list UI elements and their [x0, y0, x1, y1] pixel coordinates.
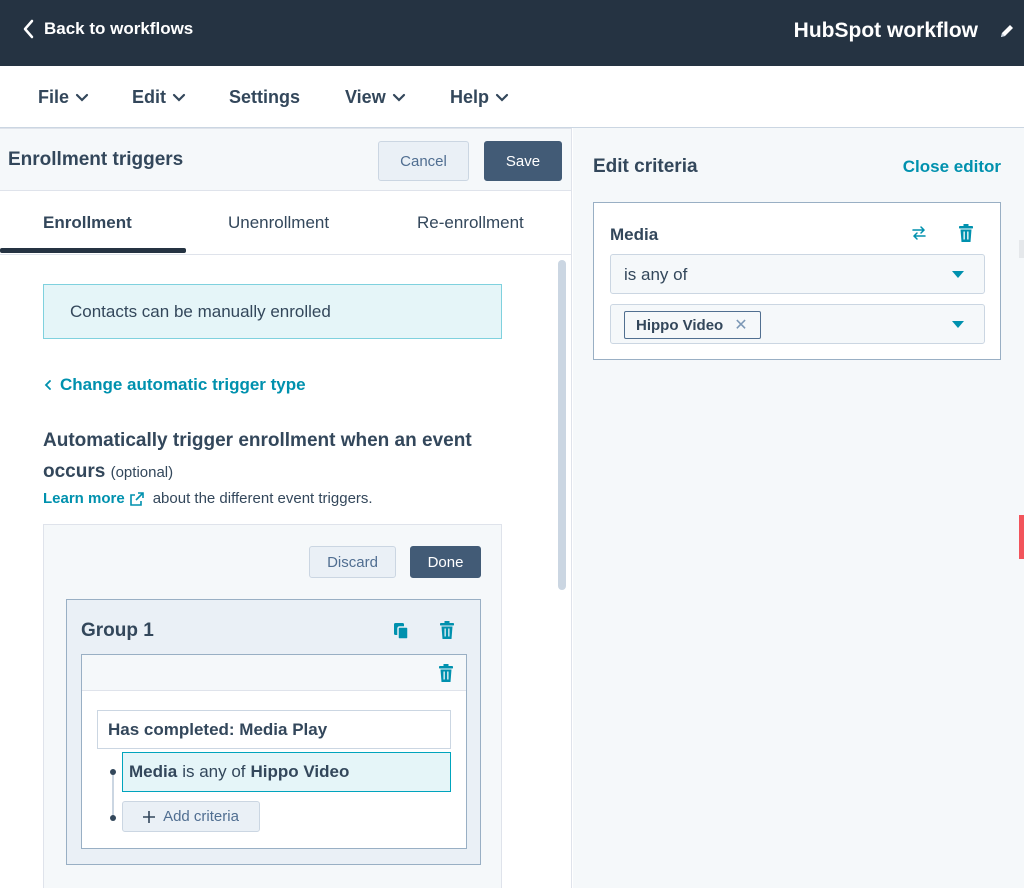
- save-button[interactable]: Save: [484, 141, 562, 181]
- bullet-dot: [110, 815, 116, 821]
- learn-more-line: Learn more about the different event tri…: [43, 490, 373, 507]
- bullet-dot: [110, 769, 116, 775]
- trash-icon[interactable]: [438, 664, 454, 683]
- add-criteria-button[interactable]: Add criteria: [122, 801, 260, 832]
- trigger-heading: Automatically trigger enrollment when an…: [43, 425, 513, 488]
- value-multiselect[interactable]: Hippo Video ✕: [610, 304, 985, 344]
- trigger-tabs: Enrollment Unenrollment Re-enrollment: [0, 191, 571, 255]
- filter-value: Hippo Video: [250, 762, 350, 781]
- scrollbar-thumb[interactable]: [558, 260, 566, 590]
- chevron-left-icon: [44, 380, 51, 390]
- add-criteria-label: Add criteria: [163, 808, 239, 825]
- scrollbar[interactable]: [556, 256, 566, 888]
- criteria-card: Media is any of Hippo Video ✕: [593, 202, 1001, 360]
- group-title: Group 1: [81, 620, 154, 641]
- manual-enrollment-notice: Contacts can be manually enrolled: [43, 284, 502, 339]
- swap-icon[interactable]: [912, 225, 926, 241]
- chip-label: Hippo Video: [636, 316, 724, 334]
- event-trigger-card: Discard Done Group 1 Has completed: Medi…: [43, 524, 502, 888]
- menu-file-label: File: [38, 87, 70, 107]
- edit-criteria-title: Edit criteria: [593, 156, 698, 177]
- criteria-property-label: Media: [610, 225, 659, 244]
- menu-help[interactable]: Help: [450, 87, 509, 108]
- chevron-down-icon: [392, 93, 405, 102]
- change-link-label: Change automatic trigger type: [60, 375, 306, 394]
- menu-edit[interactable]: Edit: [132, 87, 186, 108]
- chevron-left-icon: [23, 19, 34, 39]
- filter-group: Group 1 Has completed: Media Play Media …: [66, 599, 481, 865]
- filter-property: Media: [129, 762, 178, 781]
- workflow-title[interactable]: HubSpot workflow: [794, 19, 978, 43]
- operator-select[interactable]: is any of: [610, 254, 985, 294]
- filter-criteria-item[interactable]: Media is any of Hippo Video: [122, 752, 451, 792]
- chevron-down-icon: [172, 93, 186, 102]
- back-label: Back to workflows: [44, 19, 194, 38]
- filter-card: Has completed: Media Play Media is any o…: [81, 654, 467, 849]
- notice-text: Contacts can be manually enrolled: [70, 301, 331, 321]
- close-icon[interactable]: ✕: [734, 315, 747, 335]
- panel-title: Enrollment triggers: [8, 149, 184, 170]
- menu-settings[interactable]: Settings: [229, 87, 300, 108]
- edge-artifact: [1019, 515, 1024, 559]
- external-link-icon[interactable]: [129, 491, 145, 507]
- discard-button[interactable]: Discard: [309, 546, 396, 578]
- chevron-down-icon: [75, 93, 89, 102]
- top-bar: Back to workflows HubSpot workflow: [0, 0, 1024, 66]
- filter-connector-line: [112, 769, 114, 819]
- trash-icon[interactable]: [439, 621, 455, 640]
- close-editor-link[interactable]: Close editor: [903, 157, 1001, 177]
- clone-icon[interactable]: [393, 622, 409, 640]
- caret-down-icon: [952, 321, 964, 328]
- panel-header: Enrollment triggers Cancel Save: [0, 128, 571, 191]
- menu-view-label: View: [345, 87, 386, 107]
- plus-icon: [143, 810, 156, 823]
- optional-label: (optional): [110, 464, 174, 481]
- menu-view[interactable]: View: [345, 87, 406, 108]
- heading-text: Automatically trigger enrollment when an…: [43, 430, 472, 482]
- value-chip: Hippo Video ✕: [624, 311, 761, 339]
- enrollment-triggers-panel: Enrollment triggers Cancel Save Enrollme…: [0, 128, 572, 888]
- trash-icon[interactable]: [958, 224, 974, 243]
- menu-edit-label: Edit: [132, 87, 166, 107]
- back-to-workflows-link[interactable]: Back to workflows: [22, 19, 193, 39]
- change-trigger-type-link[interactable]: Change automatic trigger type: [44, 375, 306, 395]
- operator-value: is any of: [624, 265, 688, 284]
- menu-file[interactable]: File: [38, 87, 89, 108]
- tab-enrollment[interactable]: Enrollment: [43, 213, 132, 233]
- menu-settings-label: Settings: [229, 87, 301, 107]
- cancel-button[interactable]: Cancel: [378, 141, 469, 181]
- pencil-icon[interactable]: [998, 22, 1016, 40]
- tab-unenrollment[interactable]: Unenrollment: [228, 213, 329, 233]
- edit-criteria-panel: Edit criteria Close editor Media is any …: [573, 128, 1024, 888]
- active-tab-indicator: [0, 248, 186, 253]
- chevron-down-icon: [495, 93, 509, 102]
- filter-card-header: [82, 655, 466, 691]
- filter-operator: is any of: [182, 762, 246, 781]
- learn-more-suffix: about the different event triggers.: [152, 490, 373, 507]
- event-label: Has completed: Media Play: [108, 719, 328, 739]
- done-button[interactable]: Done: [410, 546, 481, 578]
- tab-re-enrollment[interactable]: Re-enrollment: [417, 213, 524, 233]
- menu-bar: File Edit Settings View Help: [0, 66, 1024, 128]
- caret-down-icon: [952, 271, 964, 278]
- menu-help-label: Help: [450, 87, 490, 107]
- learn-more-link[interactable]: Learn more: [43, 490, 125, 507]
- event-type-box[interactable]: Has completed: Media Play: [97, 710, 451, 749]
- edge-artifact: [1019, 240, 1024, 258]
